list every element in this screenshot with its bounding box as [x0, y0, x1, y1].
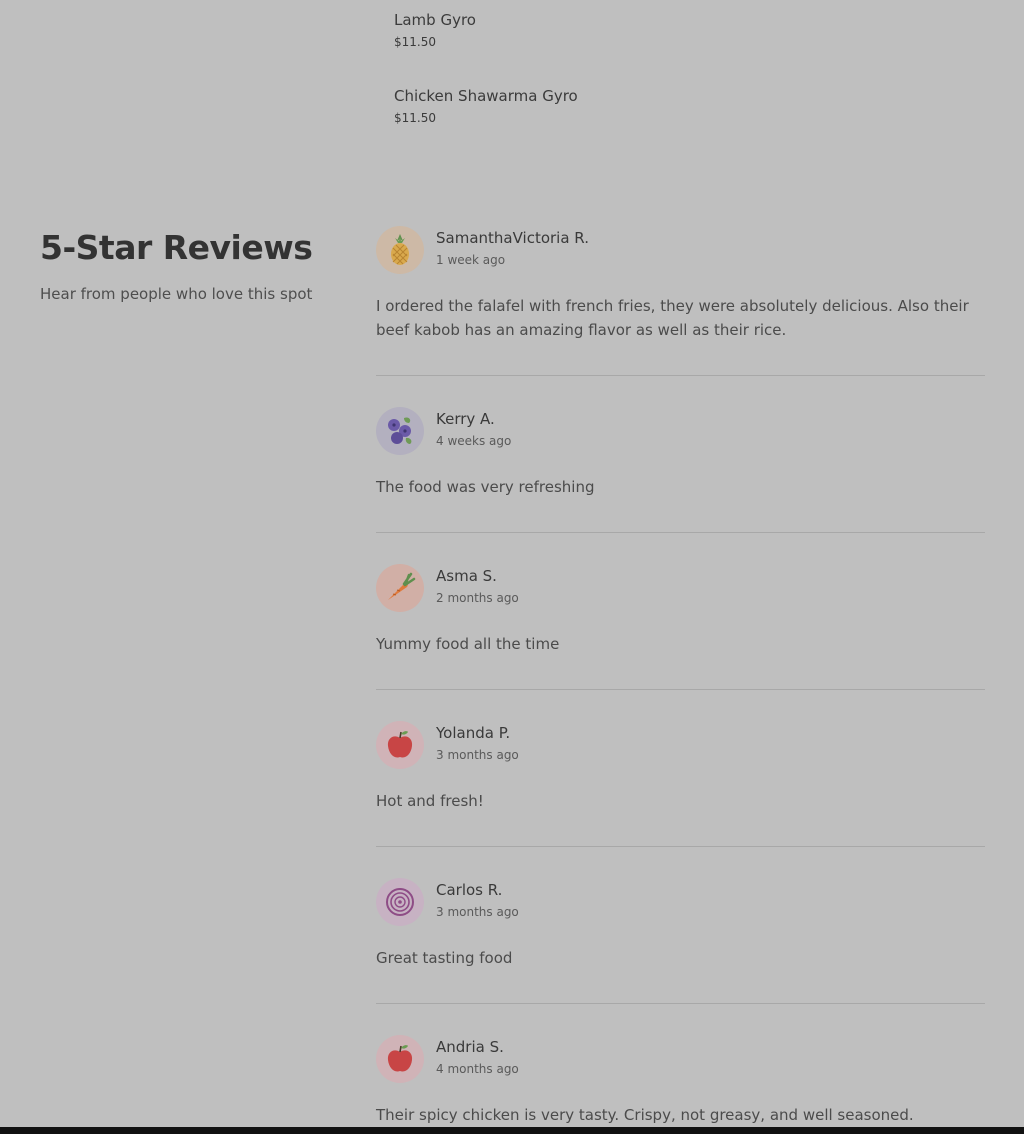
review-card: SamanthaVictoria R. 1 week ago I ordered… [376, 226, 985, 376]
reviewer-name: SamanthaVictoria R. [436, 229, 589, 247]
review-date: 4 weeks ago [436, 434, 512, 448]
review-card: Carlos R. 3 months ago Great tasting foo… [376, 847, 985, 1004]
review-text: Their spicy chicken is very tasty. Crisp… [376, 1106, 914, 1124]
review-date: 2 months ago [436, 591, 519, 605]
blueberries-icon [376, 407, 424, 455]
review-date: 1 week ago [436, 253, 506, 267]
reviewer-name: Andria S. [436, 1038, 504, 1056]
pineapple-icon [376, 226, 424, 274]
reviewer-name: Kerry A. [436, 410, 495, 428]
review-date: 3 months ago [436, 748, 519, 762]
review-date: 3 months ago [436, 905, 519, 919]
review-text: Yummy food all the time [376, 635, 560, 653]
reviews-subtitle: Hear from people who love this spot [40, 285, 313, 303]
review-card: Andria S. 4 months ago Their spicy chick… [376, 1004, 985, 1128]
review-text: Great tasting food [376, 949, 513, 967]
bottom-bar [0, 1127, 1024, 1134]
review-text: The food was very refreshing [376, 478, 595, 496]
carrot-icon [376, 564, 424, 612]
reviewer-name: Yolanda P. [436, 724, 511, 742]
onion-icon [376, 878, 424, 926]
review-card: Yolanda P. 3 months ago Hot and fresh! [376, 690, 985, 847]
menu-item-price: $11.50 [394, 35, 436, 49]
reviewer-name: Carlos R. [436, 881, 503, 899]
menu-item-name: Lamb Gyro [394, 11, 476, 29]
apple-icon [376, 1035, 424, 1083]
menu-item[interactable]: Lamb Gyro $11.50 [394, 10, 476, 49]
reviews-title: 5-Star Reviews [40, 228, 313, 267]
reviews-list: SamanthaVictoria R. 1 week ago I ordered… [376, 226, 985, 1128]
review-card: Kerry A. 4 weeks ago The food was very r… [376, 376, 985, 533]
page: Lamb Gyro $11.50 Chicken Shawarma Gyro $… [0, 0, 1024, 1134]
menu-item-price: $11.50 [394, 111, 436, 125]
review-date: 4 months ago [436, 1062, 519, 1076]
menu-item-name: Chicken Shawarma Gyro [394, 87, 578, 105]
review-card: Asma S. 2 months ago Yummy food all the … [376, 533, 985, 690]
review-text: Hot and fresh! [376, 792, 484, 810]
apple-icon [376, 721, 424, 769]
menu-item[interactable]: Chicken Shawarma Gyro $11.50 [394, 86, 578, 125]
reviewer-name: Asma S. [436, 567, 497, 585]
review-text: I ordered the falafel with french fries,… [376, 297, 969, 339]
